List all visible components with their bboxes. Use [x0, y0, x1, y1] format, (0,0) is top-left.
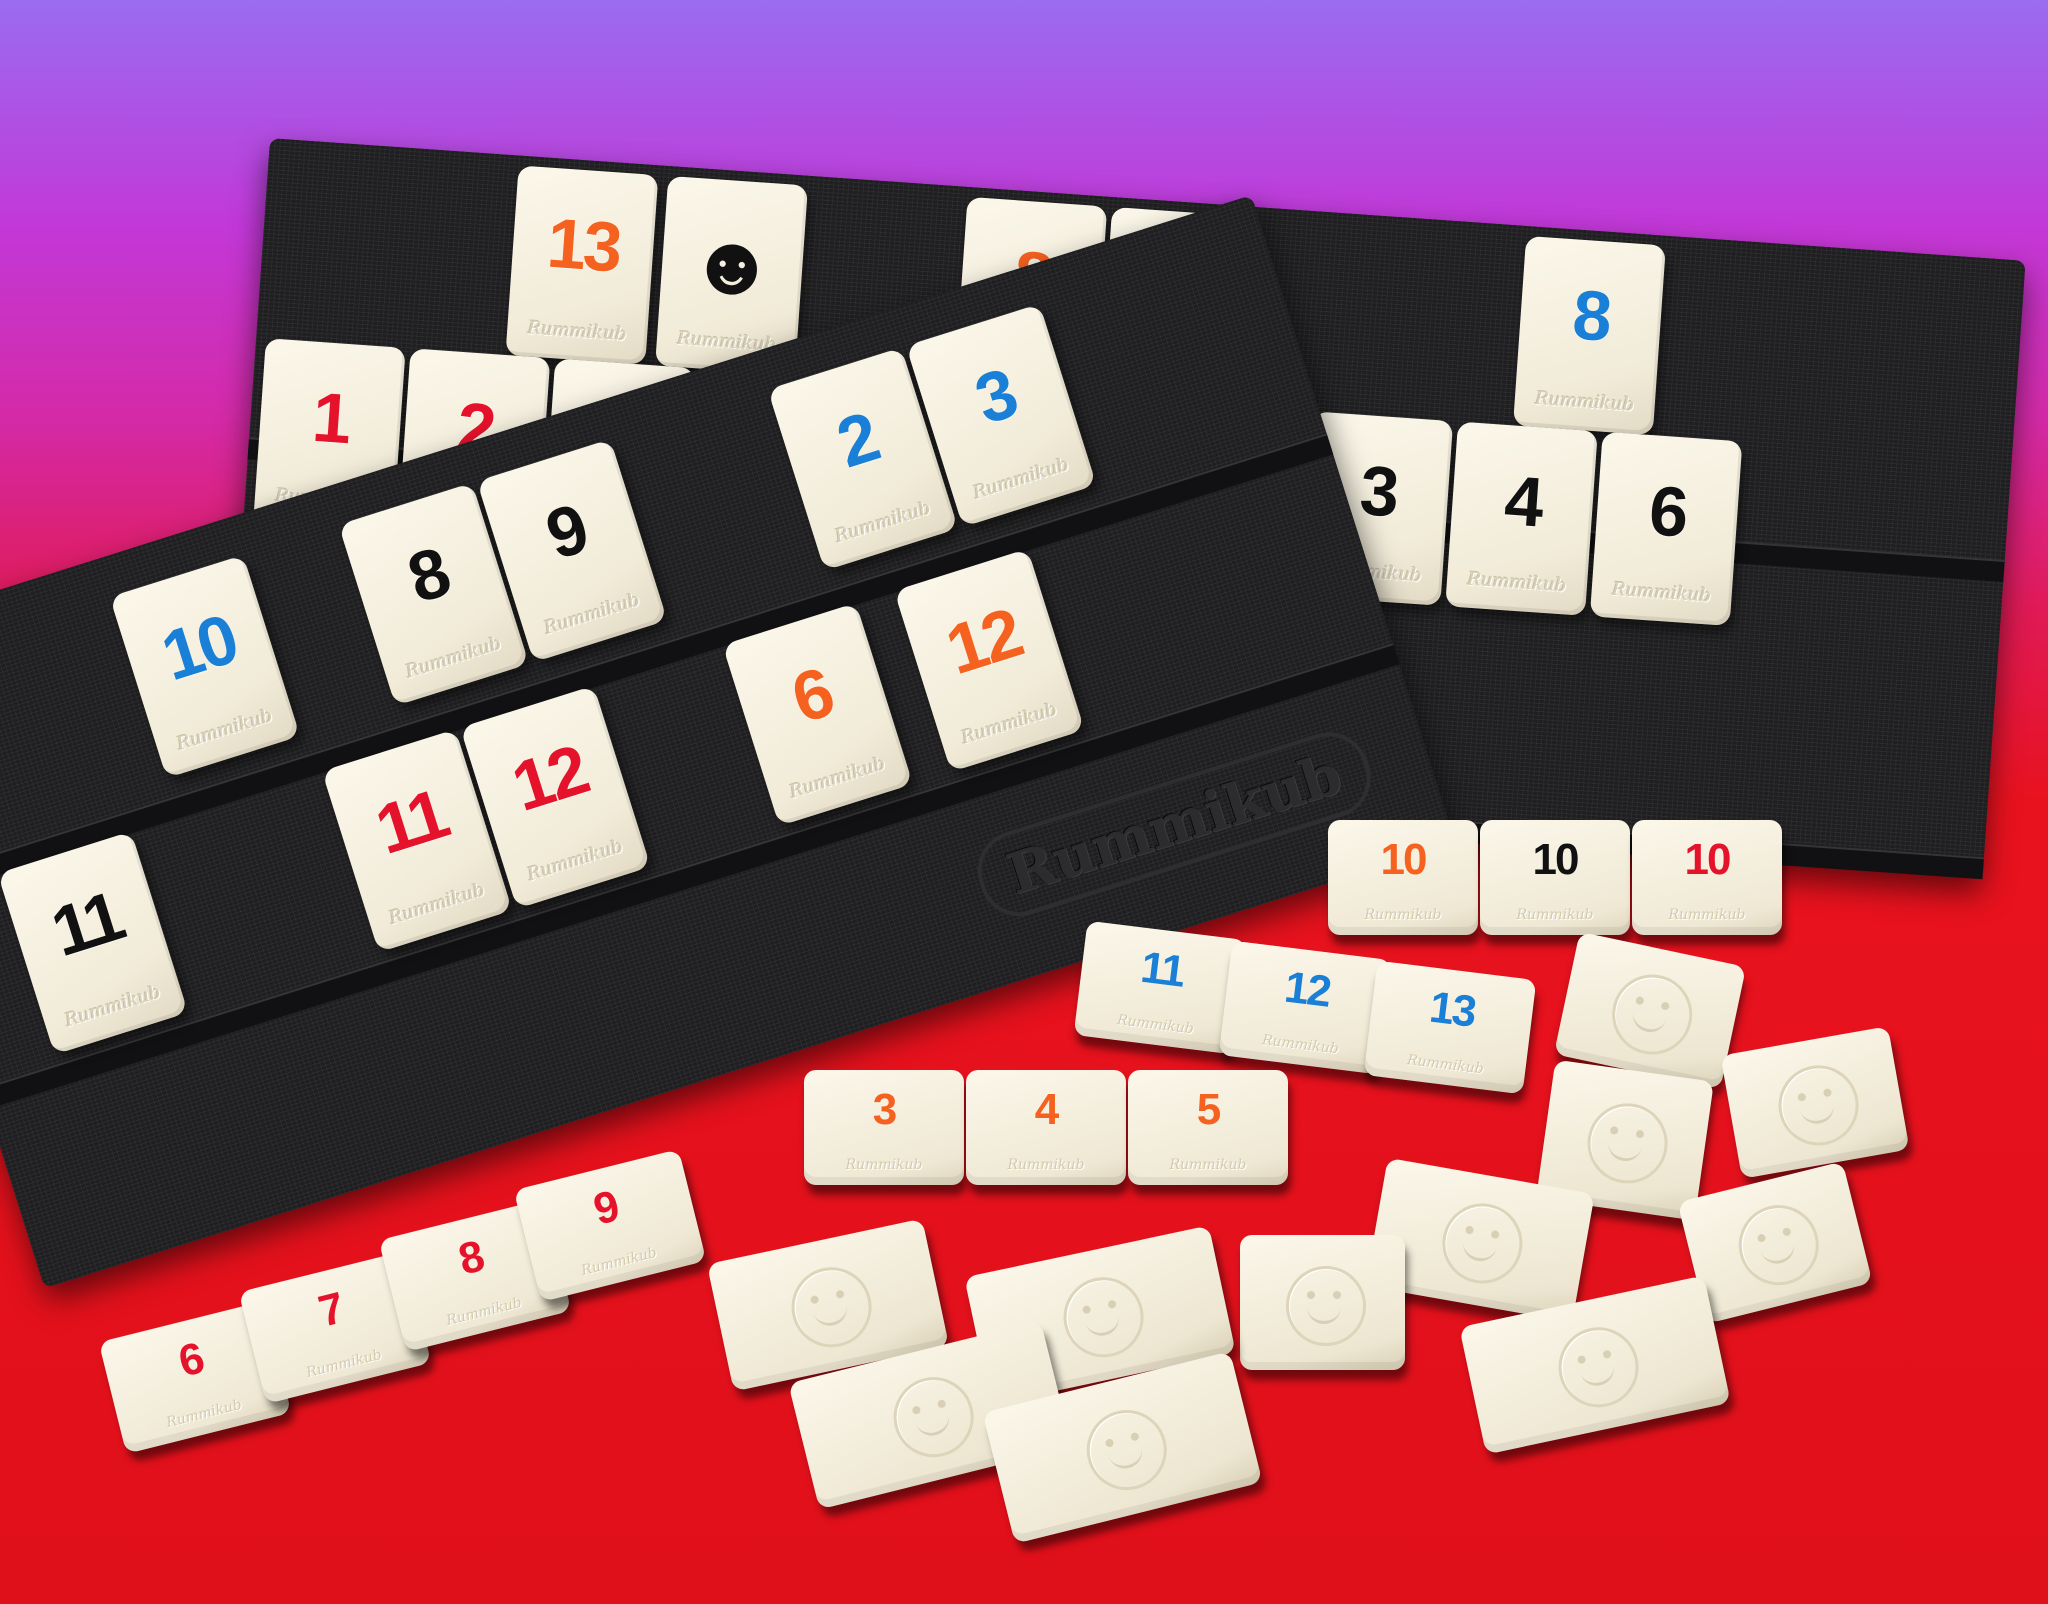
- tile-brand: Rummikub: [579, 1244, 659, 1279]
- sun-face-icon: [1285, 1265, 1366, 1346]
- face-down-tile[interactable]: [1720, 1026, 1910, 1179]
- tile-brand: Rummikub: [1261, 1032, 1340, 1058]
- sun-face-icon: [1582, 1098, 1673, 1189]
- sun-face-icon: [1604, 966, 1700, 1062]
- rack-tile[interactable]: 12 Rummikub: [893, 548, 1085, 772]
- tile-brand: Rummikub: [62, 981, 164, 1032]
- table-tile[interactable]: 10 Rummikub: [1632, 820, 1782, 935]
- sun-face-icon: [885, 1368, 983, 1466]
- sun-face-icon: [1551, 1319, 1647, 1415]
- tile-number: 4: [1034, 1085, 1060, 1134]
- tile-number: 9: [588, 1181, 623, 1235]
- tile-number: 5: [1196, 1085, 1222, 1134]
- sun-face-icon: [1056, 1269, 1152, 1365]
- rack-logo: Rummikub: [967, 722, 1381, 927]
- tile-number: 6: [173, 1333, 208, 1387]
- tile-brand: Rummikub: [1534, 387, 1635, 416]
- tile-number: 9: [537, 489, 595, 575]
- sun-face-icon: [1772, 1058, 1865, 1152]
- table-tile[interactable]: 5 Rummikub: [1128, 1070, 1288, 1185]
- tile-number: 12: [503, 730, 596, 827]
- tile-brand: Rummikub: [970, 453, 1072, 504]
- rack-tile[interactable]: 4 Rummikub: [1445, 421, 1598, 616]
- rack-tile[interactable]: 11 Rummikub: [0, 831, 189, 1055]
- table-tile[interactable]: 13 Rummikub: [1363, 960, 1537, 1095]
- tile-number: 11: [1138, 942, 1187, 997]
- tile-number: 8: [398, 532, 457, 618]
- tile-number: 3: [1357, 450, 1399, 532]
- tile-number: 8: [1570, 275, 1612, 356]
- tile-number: 10: [1532, 835, 1580, 884]
- tile-number: 7: [313, 1283, 348, 1337]
- table-tile[interactable]: 4 Rummikub: [966, 1070, 1126, 1185]
- tile-number: 12: [937, 593, 1030, 690]
- tile-number: 10: [152, 599, 245, 696]
- tile-brand: Rummikub: [958, 698, 1060, 749]
- tile-brand: Rummikub: [174, 705, 276, 755]
- tile-brand: Rummikub: [386, 879, 488, 930]
- tile-brand: Rummikub: [524, 835, 626, 886]
- rack-tile[interactable]: 8 Rummikub: [1512, 235, 1666, 436]
- tile-number: 4: [1502, 461, 1544, 542]
- tile-brand: Rummikub: [787, 752, 889, 803]
- tile-brand: Rummikub: [164, 1396, 244, 1431]
- tile-number: 3: [966, 353, 1025, 439]
- tile-brand: Rummikub: [1466, 568, 1568, 597]
- rack-tile[interactable]: 13 Rummikub: [505, 165, 659, 365]
- tile-brand: Rummikub: [1364, 907, 1442, 923]
- table-tile[interactable]: 3 Rummikub: [804, 1070, 964, 1185]
- tile-brand: Rummikub: [1116, 1012, 1195, 1038]
- sun-face-icon: [1436, 1197, 1529, 1290]
- tile-number: 6: [782, 652, 841, 738]
- tile-brand: Rummikub: [845, 1157, 923, 1173]
- tile-brand: Rummikub: [1668, 907, 1746, 923]
- sun-face-icon: [1730, 1196, 1828, 1294]
- rack-tile[interactable]: 10 Rummikub: [109, 554, 301, 779]
- joker-face-icon: ☻: [684, 214, 780, 315]
- sun-face-icon: [784, 1259, 880, 1355]
- sun-face-icon: [1077, 1401, 1175, 1499]
- table-tile[interactable]: 10 Rummikub: [1480, 820, 1630, 935]
- tile-number: 1: [309, 377, 352, 459]
- tile-brand: Rummikub: [832, 497, 934, 548]
- tile-brand: Rummikub: [527, 317, 628, 346]
- table-tile[interactable]: 9 Rummikub: [513, 1149, 707, 1302]
- tile-number: 10: [1380, 835, 1428, 884]
- tile-number: 11: [366, 774, 456, 870]
- rack-tile[interactable]: 6 Rummikub: [1589, 431, 1743, 626]
- tile-number: 13: [544, 203, 622, 287]
- rack-tile[interactable]: 6 Rummikub: [722, 602, 913, 827]
- tile-brand: Rummikub: [304, 1346, 384, 1381]
- tile-brand: Rummikub: [1611, 578, 1712, 607]
- tile-number: 2: [828, 397, 886, 483]
- tile-brand: Rummikub: [444, 1294, 524, 1329]
- game-scene: 13 Rummikub ☻ Rummikub 8 Rummikub 9 Rumm…: [0, 0, 2048, 1604]
- tile-number: 3: [872, 1085, 898, 1134]
- tile-number: 10: [1684, 835, 1732, 884]
- tile-number: 8: [453, 1231, 488, 1285]
- tile-number: 12: [1281, 962, 1333, 1017]
- tile-brand: Rummikub: [1406, 1052, 1485, 1078]
- tile-brand: Rummikub: [1007, 1157, 1085, 1173]
- tile-brand: Rummikub: [541, 589, 643, 640]
- tile-brand: Rummikub: [1516, 907, 1594, 923]
- tile-number: 6: [1646, 471, 1689, 552]
- tile-number: 11: [42, 876, 131, 972]
- tile-number: 13: [1426, 982, 1478, 1037]
- tile-brand: Rummikub: [1169, 1157, 1247, 1173]
- tile-brand: Rummikub: [403, 632, 505, 683]
- face-down-tile[interactable]: [1240, 1235, 1405, 1370]
- table-tile[interactable]: 10 Rummikub: [1328, 820, 1478, 935]
